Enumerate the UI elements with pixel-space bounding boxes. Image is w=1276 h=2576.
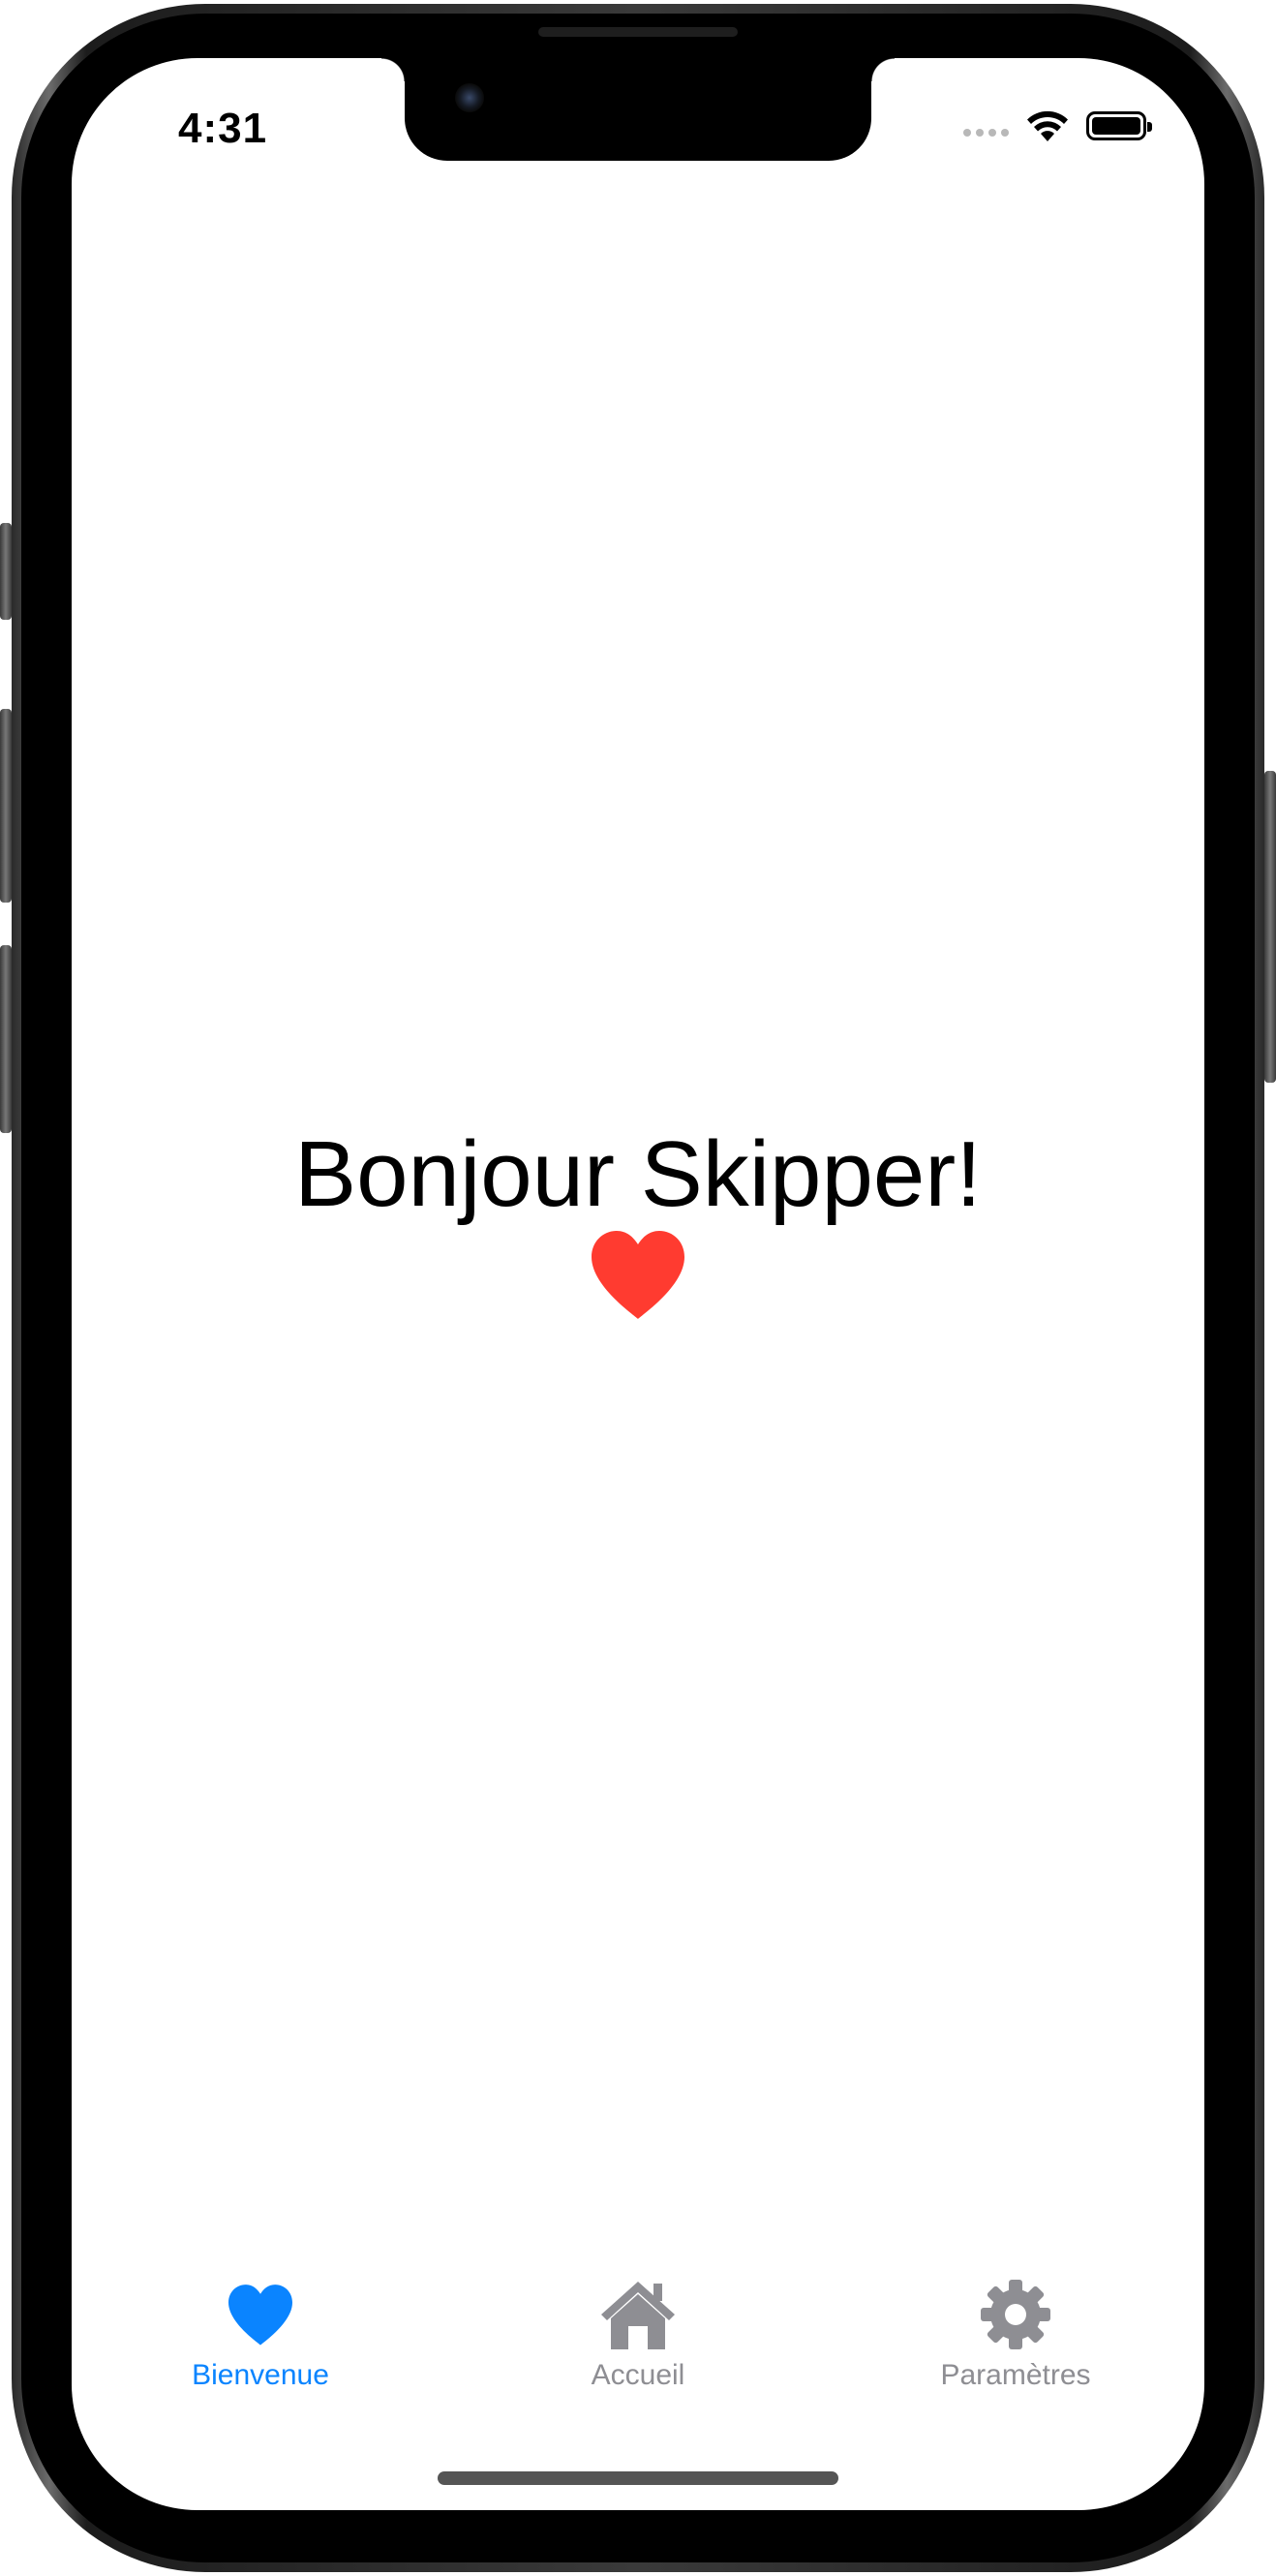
- heart-icon: [226, 2276, 295, 2353]
- cellular-signal-icon: [963, 129, 1009, 137]
- tab-accueil[interactable]: Accueil: [493, 2276, 783, 2411]
- volume-down-button: [0, 945, 12, 1133]
- tab-label-parametres: Paramètres: [940, 2359, 1091, 2391]
- front-camera: [455, 83, 484, 112]
- silent-switch: [0, 523, 12, 620]
- tab-bienvenue[interactable]: Bienvenue: [115, 2276, 406, 2411]
- home-indicator[interactable]: [438, 2471, 838, 2485]
- tab-parametres[interactable]: Paramètres: [870, 2276, 1161, 2411]
- wifi-icon: [1024, 108, 1071, 143]
- battery-icon: [1086, 111, 1152, 140]
- volume-up-button: [0, 709, 12, 903]
- speaker-grille: [538, 27, 738, 37]
- tab-label-bienvenue: Bienvenue: [192, 2359, 329, 2391]
- greeting-text: Bonjour Skipper!: [294, 1122, 982, 1226]
- heart-icon: [588, 1228, 688, 1326]
- status-time: 4:31: [178, 105, 268, 152]
- greeting-block: Bonjour Skipper!: [72, 1123, 1204, 1326]
- power-button: [1264, 771, 1276, 1083]
- house-icon: [597, 2276, 679, 2353]
- screen: 4:31 Bonjour Skipper! Bienvenue Accueil …: [72, 58, 1204, 2510]
- status-indicators: [963, 108, 1152, 143]
- phone-device: 4:31 Bonjour Skipper! Bienvenue Accueil …: [0, 0, 1276, 2576]
- gear-icon: [979, 2276, 1052, 2353]
- tab-label-accueil: Accueil: [591, 2359, 685, 2391]
- tab-bar: Bienvenue Accueil Paramètres: [72, 2276, 1204, 2411]
